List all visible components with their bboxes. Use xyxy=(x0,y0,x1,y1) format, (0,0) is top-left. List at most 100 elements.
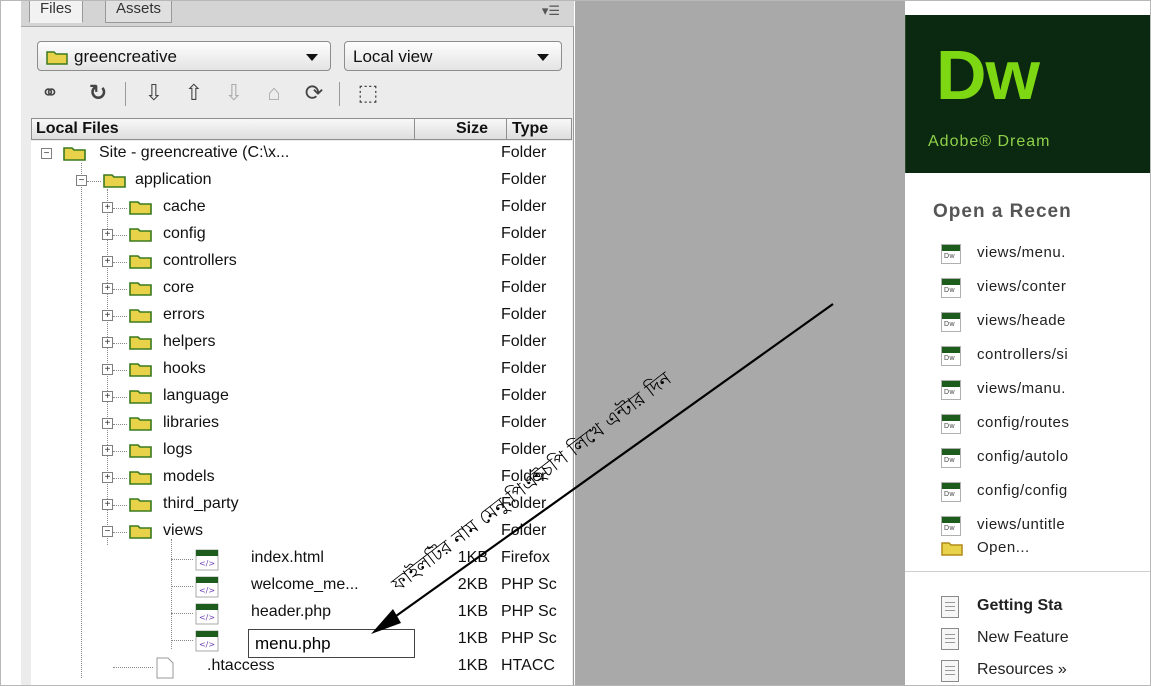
column-local-files[interactable]: Local Files xyxy=(36,120,119,138)
resource-label: Getting Sta xyxy=(977,597,1063,614)
tree-item-type: Folder xyxy=(501,171,547,188)
tree-item-name: application xyxy=(135,171,212,188)
expand-icon[interactable]: + xyxy=(102,364,113,375)
folder-icon xyxy=(129,255,152,269)
dw-file-icon: Dw xyxy=(941,448,961,468)
dreamweaver-logo: Dw xyxy=(936,36,1040,114)
tree-row-site[interactable]: − Site - greencreative (C:\x... Folder xyxy=(31,141,572,168)
resource-label: Resources » xyxy=(977,661,1067,678)
tree-row-folder[interactable]: + models Folder xyxy=(31,465,572,492)
check-out-icon[interactable]: ⇩ xyxy=(219,79,249,107)
expand-panel-icon[interactable]: ⬚ xyxy=(353,79,383,107)
tree-item-name: welcome_me... xyxy=(251,576,359,593)
folder-icon xyxy=(46,51,68,65)
tree-item-type: Folder xyxy=(501,522,547,539)
tree-item-size: 1KB xyxy=(457,657,488,674)
tree-row-file[interactable]: </> header.php 1KB PHP Sc xyxy=(31,600,572,627)
expand-icon[interactable]: + xyxy=(102,445,113,456)
tree-item-name: views xyxy=(163,522,204,539)
expand-icon[interactable]: + xyxy=(102,391,113,402)
site-select[interactable]: greencreative xyxy=(37,41,331,71)
recent-file-label: config/routes xyxy=(977,414,1070,431)
document-icon xyxy=(941,596,959,618)
tree-row-htaccess[interactable]: .htaccess 1KB HTACC xyxy=(31,654,572,681)
tree-item-name: logs xyxy=(163,441,193,458)
tree-row-folder[interactable]: + controllers Folder xyxy=(31,249,572,276)
tree-row-folder[interactable]: + helpers Folder xyxy=(31,330,572,357)
folder-open-icon xyxy=(129,525,152,539)
recent-file-label: views/untitle xyxy=(977,516,1066,533)
chevron-down-icon xyxy=(537,54,549,61)
tree-row-folder[interactable]: + logs Folder xyxy=(31,438,572,465)
recent-file-label: views/menu. xyxy=(977,244,1066,261)
tree-item-name: third_party xyxy=(163,495,239,512)
tree-item-type: Folder xyxy=(501,333,547,350)
tree-row-application[interactable]: − application Folder xyxy=(31,168,572,195)
put-files-icon[interactable]: ⇧ xyxy=(179,79,209,107)
tree-item-type: Firefox xyxy=(501,549,550,566)
tree-row-folder[interactable]: + core Folder xyxy=(31,276,572,303)
expand-icon[interactable]: + xyxy=(102,337,113,348)
tree-row-folder[interactable]: + errors Folder xyxy=(31,303,572,330)
recent-file-label: config/config xyxy=(977,482,1068,499)
tree-row-folder[interactable]: + hooks Folder xyxy=(31,357,572,384)
recent-file-label: views/conter xyxy=(977,278,1067,295)
expand-icon[interactable]: + xyxy=(102,256,113,267)
panel-options-icon[interactable]: ▾☰ xyxy=(542,3,560,19)
expand-icon[interactable]: + xyxy=(102,472,113,483)
tree-item-type: Folder xyxy=(501,225,547,242)
tree-item-name: libraries xyxy=(163,414,220,431)
expand-icon[interactable]: + xyxy=(102,202,113,213)
refresh-icon[interactable]: ↻ xyxy=(83,79,113,107)
tree-item-type: Folder xyxy=(501,306,547,323)
folder-icon xyxy=(129,498,152,512)
folder-icon xyxy=(129,201,152,215)
connect-icon[interactable]: ⚭ xyxy=(35,79,65,107)
tab-files[interactable]: Files xyxy=(29,1,83,23)
view-select[interactable]: Local view xyxy=(344,41,562,71)
collapse-icon[interactable]: − xyxy=(41,148,52,159)
tree-item-type: Folder xyxy=(501,144,547,161)
dw-file-icon: Dw xyxy=(941,414,961,434)
collapse-icon[interactable]: − xyxy=(102,526,113,537)
recent-file-label: views/manu. xyxy=(977,380,1066,397)
tree-row-folder[interactable]: + language Folder xyxy=(31,384,572,411)
tree-item-type: HTACC xyxy=(501,657,555,674)
tree-item-type: Folder xyxy=(501,387,547,404)
column-size[interactable]: Size xyxy=(456,120,488,138)
folder-icon xyxy=(941,542,963,556)
svg-text:</>: </> xyxy=(199,586,215,595)
tree-item-name: language xyxy=(163,387,229,404)
expand-icon[interactable]: + xyxy=(102,499,113,510)
rename-file-input[interactable] xyxy=(248,629,415,658)
expand-icon[interactable]: + xyxy=(102,418,113,429)
folder-icon xyxy=(129,363,152,377)
tree-item-type: PHP Sc xyxy=(501,603,557,620)
get-files-icon[interactable]: ⇩ xyxy=(139,79,169,107)
tab-assets[interactable]: Assets xyxy=(105,1,173,23)
expand-icon[interactable]: + xyxy=(102,229,113,240)
folder-icon xyxy=(129,282,152,296)
tree-row-folder[interactable]: + config Folder xyxy=(31,222,572,249)
dw-file-icon: Dw xyxy=(941,278,961,298)
collapse-icon[interactable]: − xyxy=(76,175,87,186)
recent-files-heading: Open a Recen xyxy=(933,201,1072,222)
tree-row-folder[interactable]: + libraries Folder xyxy=(31,411,572,438)
tree-row-folder[interactable]: + cache Folder xyxy=(31,195,572,222)
chevron-down-icon xyxy=(306,54,318,61)
tree-item-name: Site - greencreative (C:\x... xyxy=(99,144,290,161)
tree-item-name: controllers xyxy=(163,252,237,269)
expand-icon[interactable]: + xyxy=(102,283,113,294)
tree-row-file[interactable]: </> index.html 1KB Firefox xyxy=(31,546,572,573)
site-select-value: greencreative xyxy=(74,47,178,66)
column-type[interactable]: Type xyxy=(512,120,548,138)
document-area xyxy=(575,1,905,685)
tree-item-name: index.html xyxy=(251,549,324,566)
synchronize-icon[interactable]: ⟳ xyxy=(299,79,329,107)
check-in-icon[interactable]: ⌂ xyxy=(259,79,289,107)
dw-file-icon: </> xyxy=(195,549,219,571)
folder-open-icon xyxy=(103,174,126,188)
expand-icon[interactable]: + xyxy=(102,310,113,321)
dw-file-icon: Dw xyxy=(941,244,961,264)
tree-row-file[interactable]: </> welcome_me... 2KB PHP Sc xyxy=(31,573,572,600)
